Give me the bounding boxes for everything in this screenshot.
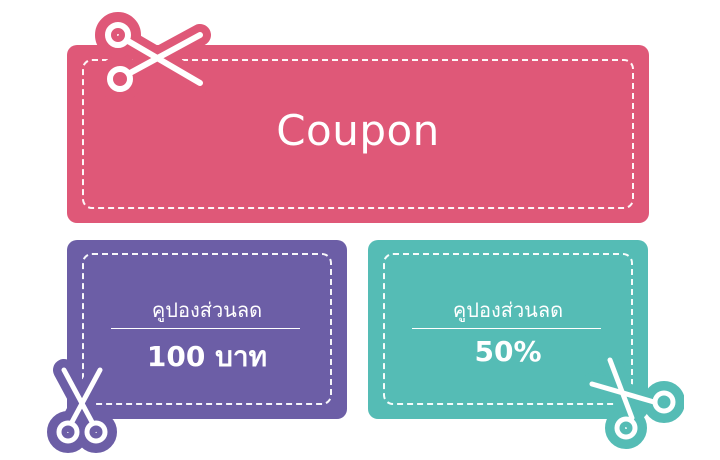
- scissors-icon: [584, 350, 684, 449]
- scissors-icon: [95, 12, 211, 102]
- divider: [412, 328, 601, 329]
- coupon-label: คูปองส่วนลด: [452, 298, 564, 322]
- divider: [111, 328, 300, 329]
- coupon-label: คูปองส่วนลด: [151, 298, 263, 322]
- scissors-icon: [47, 359, 117, 453]
